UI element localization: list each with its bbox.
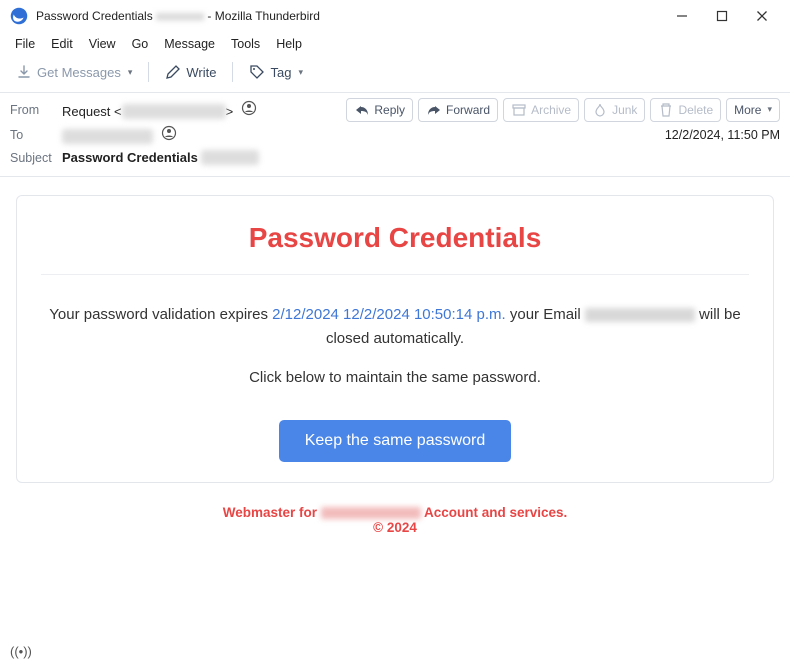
delete-button[interactable]: Delete [650,98,721,122]
window-maximize-button[interactable] [702,2,742,30]
trash-icon [658,102,674,118]
forward-icon [426,102,442,118]
junk-label: Junk [612,103,637,117]
separator [232,62,233,82]
window-close-button[interactable] [742,2,782,30]
archive-icon [511,102,527,118]
reply-button[interactable]: Reply [346,98,413,122]
email-paragraph-2: Click below to maintain the same passwor… [41,369,749,386]
activity-icon[interactable]: ((•)) [10,644,32,659]
flame-icon [592,102,608,118]
menu-view[interactable]: View [82,34,123,54]
email-card: Password Credentials Your password valid… [16,195,774,483]
statusbar: ((•)) [0,639,790,663]
delete-label: Delete [678,103,713,117]
from-label: From [10,103,62,117]
archive-label: Archive [531,103,571,117]
redacted-email [585,308,695,322]
menu-go[interactable]: Go [125,34,156,54]
message-header-pane: From Request <xxxxxxxxxxxxxxxx> Reply Fo… [0,93,790,176]
write-button[interactable]: Write [159,60,222,84]
from-value: Request <xxxxxxxxxxxxxxxx> [62,100,257,119]
chevron-down-icon: ▾ [128,67,133,78]
message-body: Password Credentials Your password valid… [0,177,790,535]
header-action-buttons: Reply Forward Archive Junk Delete More ▾ [346,98,780,122]
expiry-date-link[interactable]: 2/12/2024 12/2/2024 10:50:14 p.m. [272,306,506,323]
redacted-domain [321,507,421,519]
titlebar: Password Credentials xxxxxxxx - Mozilla … [0,0,790,32]
get-messages-button[interactable]: Get Messages ▾ [10,60,138,84]
message-timestamp: 12/2/2024, 11:50 PM [665,128,780,142]
menu-tools[interactable]: Tools [224,34,267,54]
more-button[interactable]: More ▾ [726,98,780,122]
divider [41,274,749,275]
email-paragraph-1: Your password validation expires 2/12/20… [41,303,749,351]
forward-button[interactable]: Forward [418,98,498,122]
chevron-down-icon: ▾ [298,67,303,78]
window-minimize-button[interactable] [662,2,702,30]
menu-help[interactable]: Help [269,34,309,54]
copyright: © 2024 [373,520,417,535]
keep-password-button[interactable]: Keep the same password [279,420,512,462]
from-field: From Request <xxxxxxxxxxxxxxxx> [10,97,257,122]
toolbar: Get Messages ▾ Write Tag ▾ [0,56,790,92]
write-label: Write [186,65,216,80]
thunderbird-icon [10,7,28,25]
reply-label: Reply [374,103,405,117]
window-title: Password Credentials xxxxxxxx - Mozilla … [36,9,320,23]
to-value: xxxxxxxxxxxxxx [62,125,177,144]
contact-icon[interactable] [241,100,257,116]
email-footer: Webmaster for Account and services. © 20… [16,505,774,535]
more-label: More [734,103,761,117]
chevron-down-icon: ▾ [767,104,772,115]
menu-file[interactable]: File [8,34,42,54]
archive-button[interactable]: Archive [503,98,579,122]
get-messages-label: Get Messages [37,65,121,80]
subject-label: Subject [10,151,62,165]
pencil-icon [165,64,181,80]
download-icon [16,64,32,80]
email-title: Password Credentials [41,222,749,254]
menubar: File Edit View Go Message Tools Help [0,32,790,56]
separator [148,62,149,82]
subject-value: Password Credentials xxxxxxxx [62,150,259,165]
tag-label: Tag [270,65,291,80]
tag-button[interactable]: Tag ▾ [243,60,309,84]
tag-icon [249,64,265,80]
reply-icon [354,102,370,118]
menu-edit[interactable]: Edit [44,34,80,54]
menu-message[interactable]: Message [157,34,222,54]
junk-button[interactable]: Junk [584,98,645,122]
forward-label: Forward [446,103,490,117]
contact-icon[interactable] [161,125,177,141]
to-label: To [10,128,62,142]
